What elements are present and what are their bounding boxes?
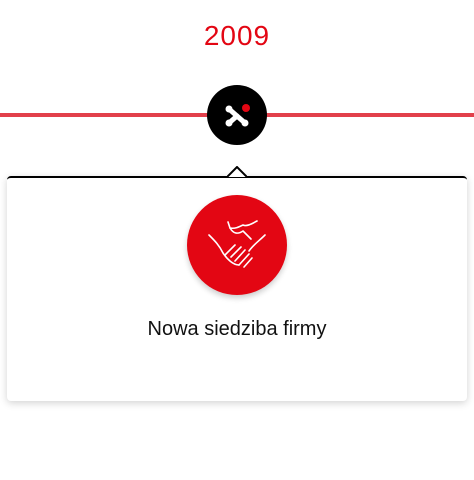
event-title: Nowa siedziba firmy	[147, 318, 327, 340]
event-icon-badge	[187, 195, 287, 295]
timeline-node[interactable]	[207, 85, 267, 145]
timeline-year: 2009	[203, 20, 271, 51]
logo-x-icon	[225, 104, 250, 127]
handshake-icon	[208, 220, 266, 268]
card-pointer	[227, 166, 247, 178]
